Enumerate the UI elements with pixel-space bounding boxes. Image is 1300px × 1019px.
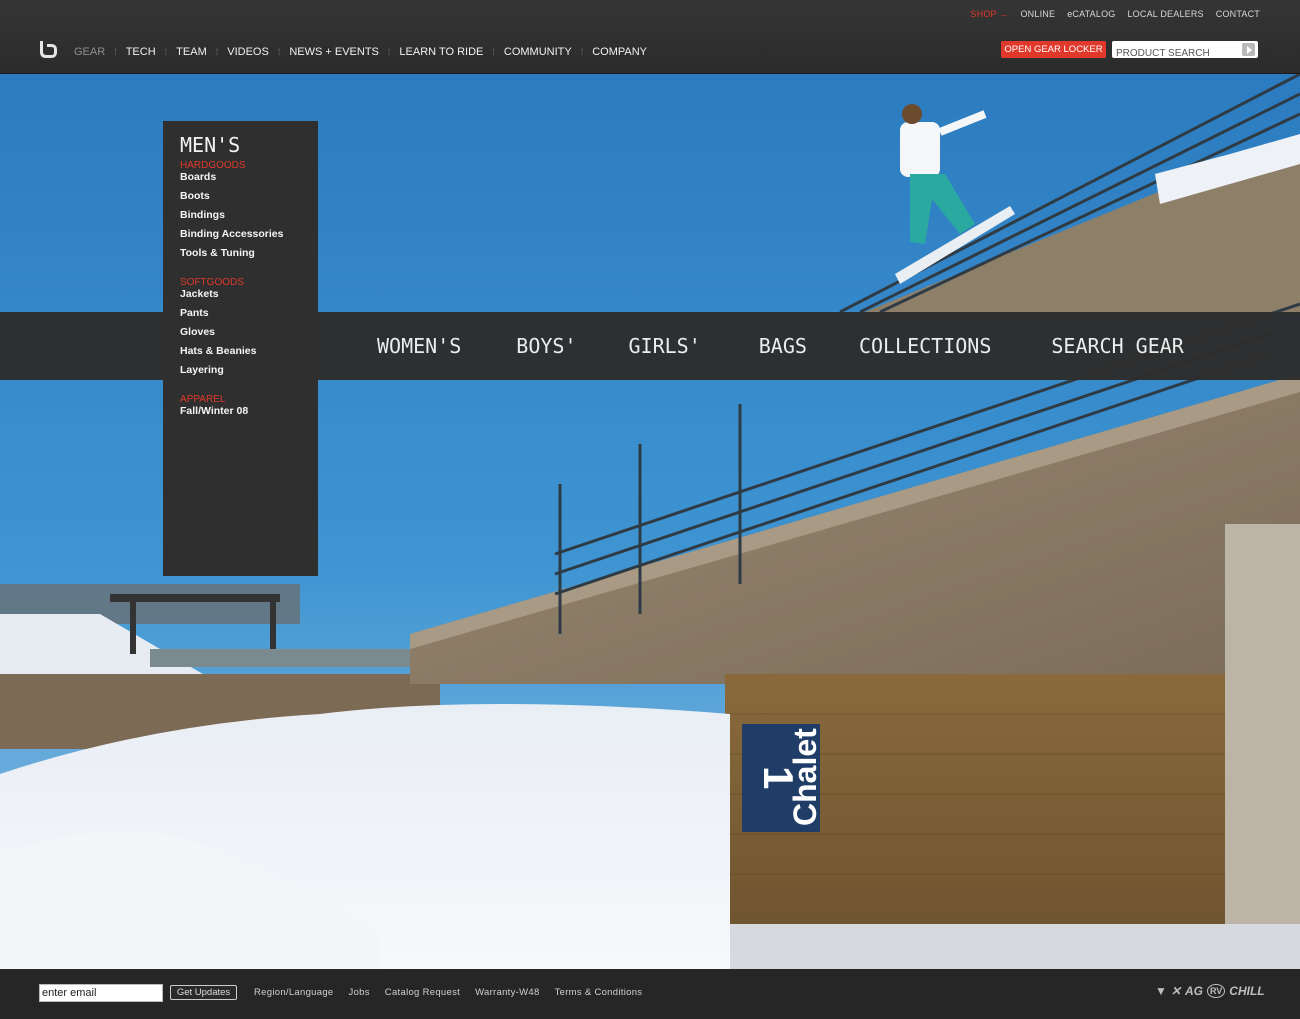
footer-links: Region/Language Jobs Catalog Request War… (254, 987, 642, 998)
brand-chill-icon[interactable]: CHILL (1229, 984, 1264, 998)
open-gear-locker-button[interactable]: OPEN GEAR LOCKER (1001, 41, 1106, 58)
nav-videos[interactable]: VIDEOS (227, 46, 269, 58)
menu-item-fall-winter-08[interactable]: Fall/Winter 08 (180, 402, 318, 421)
nav-tech[interactable]: TECH (126, 46, 156, 58)
mens-dropdown-menu: MEN'S HARDGOODS Boards Boots Bindings Bi… (163, 121, 318, 576)
nav-learn-to-ride[interactable]: LEARN TO RIDE (399, 46, 483, 58)
chalet-sign-text: Chalet (787, 728, 823, 826)
menu-item-binding-accessories[interactable]: Binding Accessories (180, 225, 318, 244)
menu-item-boards[interactable]: Boards (180, 168, 318, 187)
nav-team[interactable]: TEAM (176, 46, 207, 58)
footer-link-catalog-request[interactable]: Catalog Request (385, 987, 460, 998)
category-boys[interactable]: BOYS' (516, 334, 576, 358)
util-contact-link[interactable]: CONTACT (1216, 9, 1260, 19)
menu-item-layering[interactable]: Layering (180, 361, 318, 380)
nav-company[interactable]: COMPANY (592, 46, 647, 58)
site-header: SHOP → ONLINE eCATALOG LOCAL DEALERS CON… (0, 0, 1300, 74)
category-womens[interactable]: WOMEN'S (377, 334, 461, 358)
category-search-gear[interactable]: SEARCH GEAR (1051, 334, 1183, 358)
brand-ag-icon[interactable]: AG (1185, 984, 1203, 998)
menu-item-pants[interactable]: Pants (180, 304, 318, 323)
product-search (1112, 41, 1258, 62)
menu-item-boots[interactable]: Boots (180, 187, 318, 206)
util-online-link[interactable]: ONLINE (1020, 9, 1055, 19)
footer-link-region-language[interactable]: Region/Language (254, 987, 334, 998)
util-ecatalog-link[interactable]: eCATALOG (1067, 9, 1115, 19)
util-shop-link[interactable]: SHOP → (970, 9, 1008, 19)
brand-rv-icon[interactable]: RV (1206, 984, 1226, 998)
category-bags[interactable]: BAGS (759, 334, 807, 358)
main-nav: GEAR ⁞ TECH ⁞ TEAM ⁞ VIDEOS ⁞ NEWS + EVE… (74, 46, 648, 58)
category-collections[interactable]: COLLECTIONS (859, 334, 991, 358)
menu-item-tools-tuning[interactable]: Tools & Tuning (180, 244, 318, 263)
brand-logos: ▼ ✕ AG RV CHILL (1155, 984, 1265, 998)
footer-link-terms[interactable]: Terms & Conditions (555, 987, 643, 998)
category-girls[interactable]: GIRLS' (629, 334, 701, 358)
menu-item-gloves[interactable]: Gloves (180, 323, 318, 342)
burton-logo-icon[interactable] (38, 40, 58, 58)
menu-item-hats-beanies[interactable]: Hats & Beanies (180, 342, 318, 361)
product-search-input[interactable] (1112, 45, 1232, 62)
email-signup-input[interactable] (39, 984, 163, 1002)
brand-x-icon[interactable]: ✕ (1171, 984, 1181, 998)
site-footer: Get Updates Region/Language Jobs Catalog… (0, 969, 1300, 1019)
nav-gear[interactable]: GEAR (74, 46, 105, 58)
footer-link-warranty[interactable]: Warranty-W48 (475, 987, 539, 998)
menu-item-bindings[interactable]: Bindings (180, 206, 318, 225)
footer-link-jobs[interactable]: Jobs (349, 987, 370, 998)
nav-community[interactable]: COMMUNITY (504, 46, 572, 58)
utility-nav: SHOP → ONLINE eCATALOG LOCAL DEALERS CON… (970, 9, 1260, 19)
search-go-arrow-icon[interactable] (1242, 43, 1255, 56)
nav-news-events[interactable]: NEWS + EVENTS (289, 46, 379, 58)
brand-shield-icon[interactable]: ▼ (1155, 984, 1167, 998)
menu-item-jackets[interactable]: Jackets (180, 285, 318, 304)
category-nav: WOMEN'S BOYS' GIRLS' BAGS COLLECTIONS SE… (320, 312, 1184, 380)
mens-title[interactable]: MEN'S (180, 133, 318, 157)
get-updates-button[interactable]: Get Updates (170, 985, 237, 1000)
util-local-dealers-link[interactable]: LOCAL DEALERS (1127, 9, 1203, 19)
